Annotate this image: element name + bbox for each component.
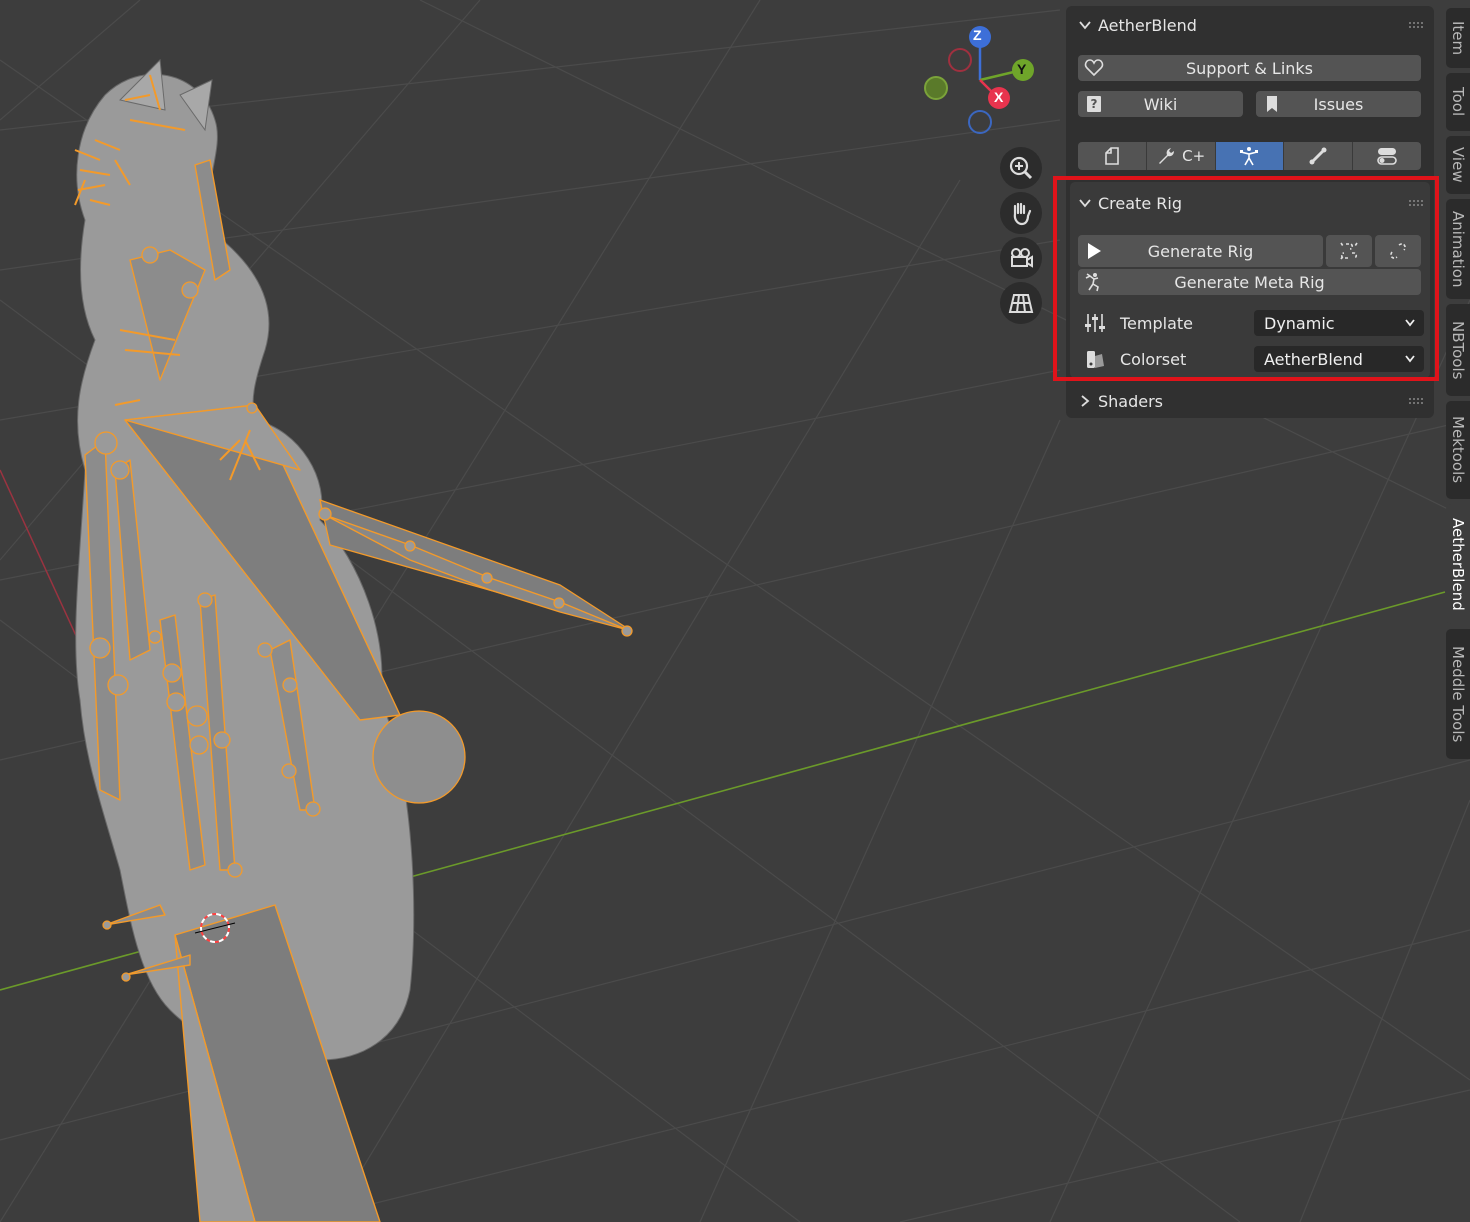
addon-tab-row: C+ bbox=[1078, 142, 1421, 170]
gizmo-x-label[interactable]: X bbox=[994, 89, 1003, 105]
tab-customize-plus[interactable]: C+ bbox=[1147, 142, 1216, 170]
side-tab-label: Mektools bbox=[1449, 416, 1467, 484]
drag-grip-icon[interactable] bbox=[1408, 21, 1424, 29]
chevron-down-icon bbox=[1079, 21, 1091, 30]
side-tab-label: NBTools bbox=[1449, 320, 1467, 380]
side-tab-mektools[interactable]: Mektools bbox=[1446, 401, 1470, 499]
wrench-icon bbox=[1159, 148, 1175, 164]
grid-ortho-icon bbox=[1008, 294, 1034, 313]
chevron-right-icon bbox=[1081, 395, 1090, 407]
camera-view-button[interactable] bbox=[1000, 237, 1042, 279]
file-icon bbox=[1105, 147, 1119, 165]
gizmo-z-label[interactable]: Z bbox=[973, 27, 982, 43]
pan-button[interactable] bbox=[1000, 192, 1042, 234]
heart-icon bbox=[1084, 59, 1104, 77]
highlight-box bbox=[1053, 176, 1439, 381]
help-book-icon: ? bbox=[1087, 96, 1101, 112]
tab-cplus-label: C+ bbox=[1182, 147, 1206, 165]
wiki-button[interactable]: ? Wiki bbox=[1078, 91, 1243, 117]
side-tab-label: Meddle Tools bbox=[1449, 645, 1467, 743]
x-axis-line bbox=[0, 469, 79, 641]
wiki-label: Wiki bbox=[1143, 94, 1178, 114]
armature-pose-icon bbox=[1240, 147, 1259, 166]
bone-icon bbox=[1309, 147, 1327, 165]
drag-grip-icon[interactable] bbox=[1408, 397, 1424, 405]
shaders-title: Shaders bbox=[1098, 391, 1164, 411]
side-tab-meddle-tools[interactable]: Meddle Tools bbox=[1446, 629, 1470, 759]
toggles-icon bbox=[1377, 148, 1397, 165]
zoom-button[interactable] bbox=[1000, 147, 1042, 189]
tab-bones[interactable] bbox=[1284, 142, 1354, 170]
shaders-panel-header[interactable]: Shaders bbox=[1066, 384, 1434, 418]
tab-rigging[interactable] bbox=[1215, 142, 1285, 170]
gizmo-y-label[interactable]: Y bbox=[1017, 61, 1026, 77]
support-links-button[interactable]: Support & Links bbox=[1078, 55, 1421, 81]
issues-label: Issues bbox=[1313, 94, 1364, 114]
side-tab-label: View bbox=[1449, 147, 1467, 183]
side-tab-label: Tool bbox=[1449, 87, 1467, 117]
panel-title: AetherBlend bbox=[1098, 15, 1197, 35]
side-tab-aetherblend[interactable]: AetherBlend bbox=[1446, 504, 1470, 624]
side-tab-label: Item bbox=[1449, 20, 1467, 56]
zoom-icon bbox=[1009, 156, 1033, 180]
side-tab-item[interactable]: Item bbox=[1446, 8, 1470, 68]
side-tab-view[interactable]: View bbox=[1446, 136, 1470, 194]
support-links-label: Support & Links bbox=[1186, 58, 1313, 78]
sidebar-tabs: Item Tool View Animation NBTools Mektool… bbox=[1442, 0, 1470, 1222]
svg-text:?: ? bbox=[1091, 97, 1098, 111]
side-tab-label: Animation bbox=[1449, 210, 1467, 288]
issues-button[interactable]: Issues bbox=[1256, 91, 1421, 117]
bookmark-icon bbox=[1267, 96, 1277, 112]
camera-icon bbox=[1011, 248, 1033, 268]
aetherblend-panel-header[interactable]: AetherBlend bbox=[1066, 8, 1434, 42]
ortho-toggle-button[interactable] bbox=[1000, 282, 1042, 324]
side-tab-nbtools[interactable]: NBTools bbox=[1446, 304, 1470, 396]
hand-pan-icon bbox=[1013, 202, 1032, 226]
tab-settings[interactable] bbox=[1353, 142, 1421, 170]
tab-file[interactable] bbox=[1078, 142, 1147, 170]
side-tab-tool[interactable]: Tool bbox=[1446, 73, 1470, 131]
side-tab-animation[interactable]: Animation bbox=[1446, 199, 1470, 299]
side-tab-label: AetherBlend bbox=[1449, 517, 1467, 611]
